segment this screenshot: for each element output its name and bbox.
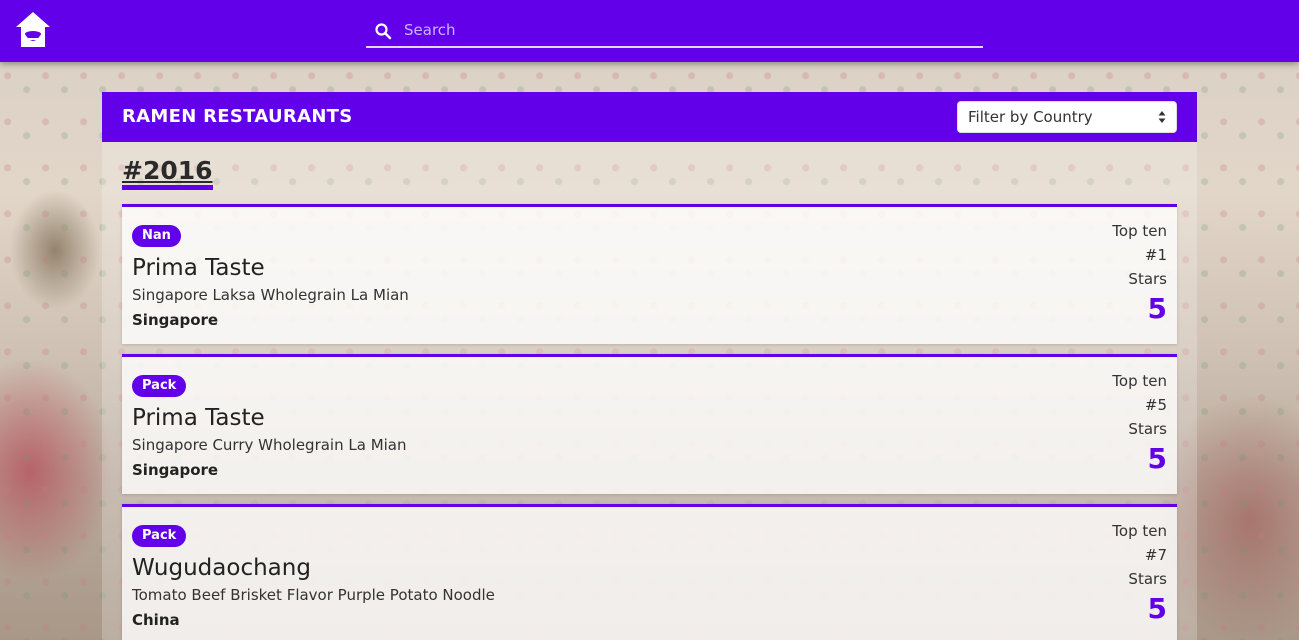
brand-name: Wugudaochang: [132, 555, 311, 581]
restaurants-panel: RAMEN RESTAURANTS Filter by Country #201…: [102, 92, 1197, 640]
country-name: Singapore: [132, 311, 219, 329]
top-ten-label: Top ten: [1112, 372, 1167, 390]
variety-name: Singapore Laksa Wholegrain La Mian: [132, 286, 409, 304]
home-icon[interactable]: [14, 10, 52, 50]
top-ten-label: Top ten: [1112, 522, 1167, 540]
top-app-bar: [0, 0, 1299, 62]
brand-name: Prima Taste: [132, 405, 265, 431]
brand-name: Prima Taste: [132, 255, 265, 281]
rank-value: #1: [1144, 246, 1167, 264]
style-badge: Pack: [132, 375, 187, 397]
restaurant-card[interactable]: Pack Wugudaochang Tomato Beef Brisket Fl…: [122, 504, 1177, 640]
stars-value: 5: [1147, 442, 1167, 475]
country-filter-select[interactable]: Filter by Country: [957, 101, 1177, 133]
year-heading: #2016: [122, 158, 213, 190]
style-badge: Nan: [132, 225, 181, 247]
variety-name: Singapore Curry Wholegrain La Mian: [132, 436, 407, 454]
rank-column: Top ten #7 Stars 5: [1112, 519, 1167, 627]
stars-value: 5: [1147, 592, 1167, 625]
stars-label: Stars: [1128, 420, 1167, 438]
panel-header: RAMEN RESTAURANTS Filter by Country: [102, 92, 1197, 142]
rank-value: #7: [1144, 546, 1167, 564]
panel-title: RAMEN RESTAURANTS: [122, 106, 353, 127]
restaurant-card[interactable]: Nan Prima Taste Singapore Laksa Wholegra…: [122, 204, 1177, 344]
search-icon: [374, 22, 392, 40]
stars-label: Stars: [1128, 270, 1167, 288]
stars-label: Stars: [1128, 570, 1167, 588]
filter-selected-value: Filter by Country: [968, 108, 1093, 126]
rank-column: Top ten #1 Stars 5: [1112, 219, 1167, 327]
restaurant-card[interactable]: Pack Prima Taste Singapore Curry Wholegr…: [122, 354, 1177, 494]
rank-column: Top ten #5 Stars 5: [1112, 369, 1167, 477]
search-bar: [366, 14, 983, 48]
rank-value: #5: [1144, 396, 1167, 414]
country-name: China: [132, 611, 180, 629]
chevron-updown-icon: [1158, 110, 1166, 124]
country-name: Singapore: [132, 461, 219, 479]
stars-value: 5: [1147, 292, 1167, 325]
top-ten-label: Top ten: [1112, 222, 1167, 240]
style-badge: Pack: [132, 525, 187, 547]
variety-name: Tomato Beef Brisket Flavor Purple Potato…: [132, 586, 495, 604]
search-input[interactable]: [404, 16, 974, 44]
